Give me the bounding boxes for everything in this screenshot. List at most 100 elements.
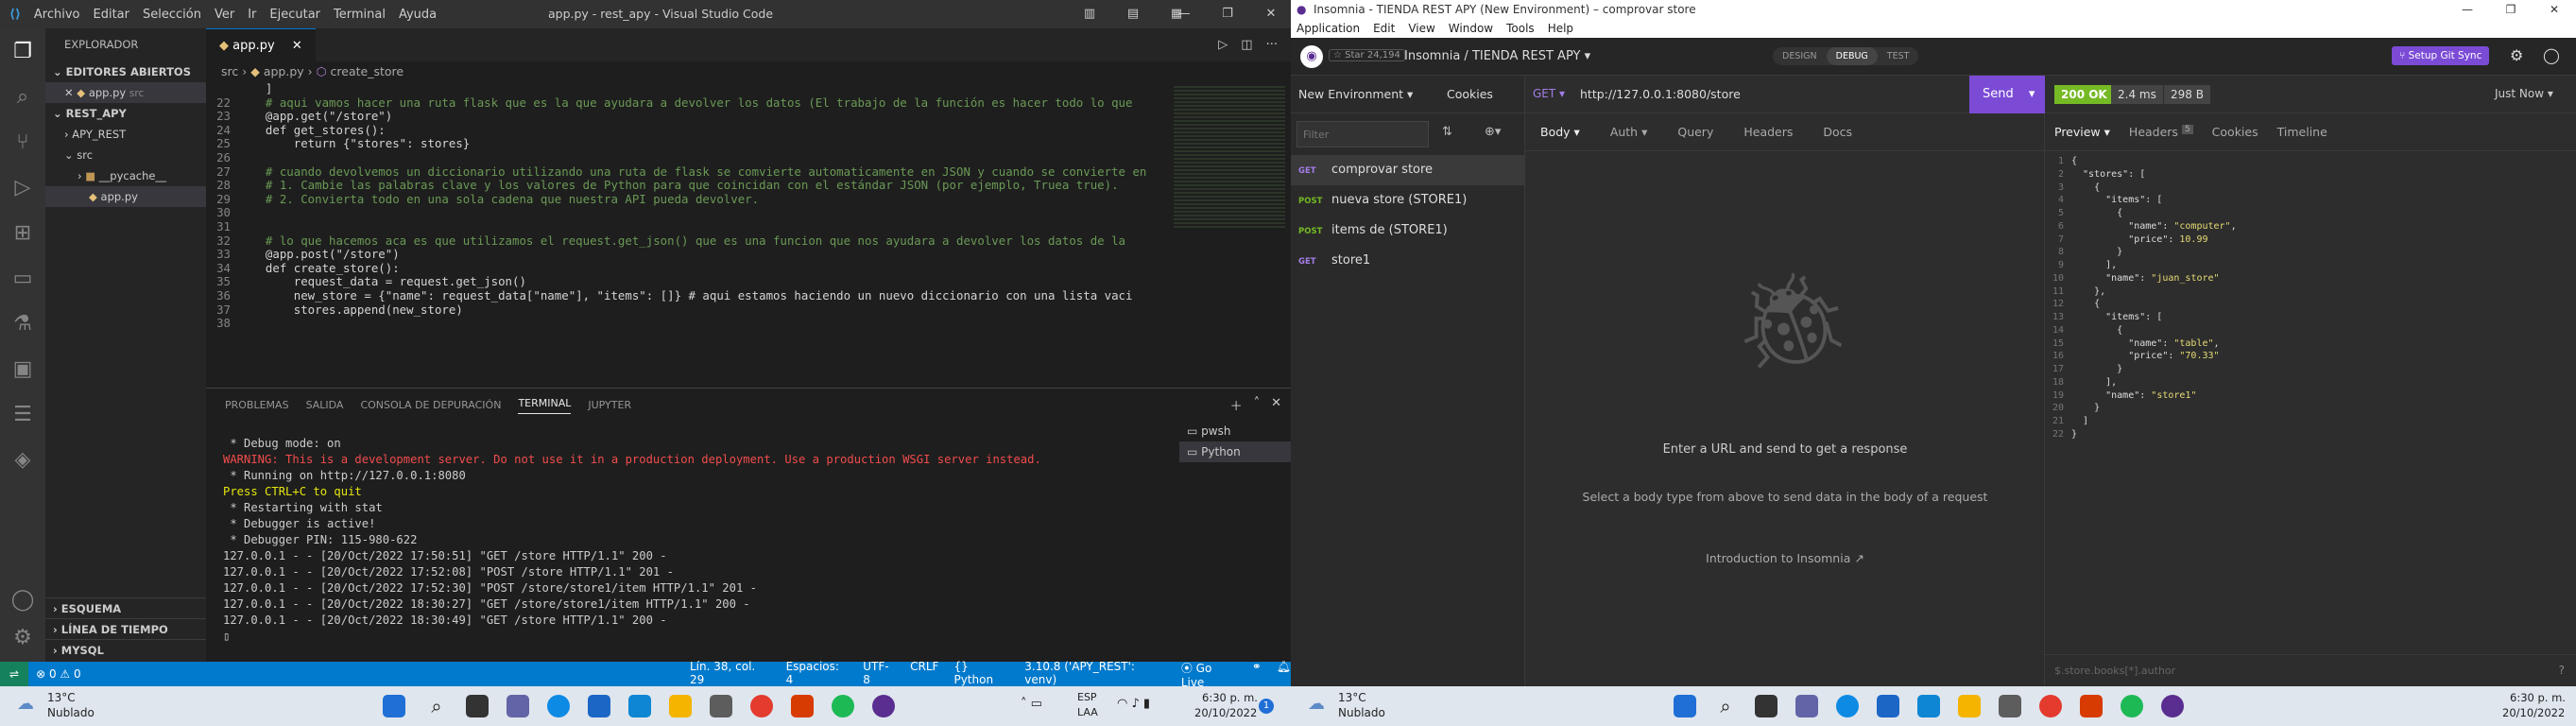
store-icon[interactable]	[710, 695, 732, 717]
notifications-icon[interactable]: 🔔︎	[1277, 660, 1291, 689]
explorer-icon[interactable]: ❐	[0, 28, 45, 74]
tree-item-apy-rest[interactable]: › APY_REST	[45, 124, 206, 145]
panel-tab-0[interactable]: PROBLEMAS	[225, 399, 289, 411]
notification-badge[interactable]: 1	[1259, 699, 1274, 714]
clock-time[interactable]: 6:30 p. m.	[1202, 691, 1258, 704]
insomnia-home-icon[interactable]: ◉	[1300, 45, 1323, 68]
menu-item-edit[interactable]: Edit	[1373, 19, 1395, 38]
start-icon[interactable]	[383, 695, 405, 717]
timeline-section[interactable]: › LÍNEA DE TIEMPO	[45, 618, 206, 639]
menu-item-help[interactable]: Help	[1548, 19, 1573, 38]
menu-item-selección[interactable]: Selección	[143, 8, 201, 22]
chrome-icon[interactable]	[750, 695, 773, 717]
request-tab-body[interactable]: Body ▾	[1525, 113, 1595, 150]
edge-icon[interactable]	[547, 695, 570, 717]
project-header[interactable]: ⌄ REST_APY	[45, 103, 206, 124]
restore-icon[interactable]: ❐	[1206, 0, 1249, 28]
terminal-output[interactable]: * Debug mode: on WARNING: This is a devel…	[223, 436, 1168, 645]
github-star-button[interactable]: ☆ Star 24,194	[1329, 49, 1405, 61]
method-dropdown[interactable]: GET ▾	[1533, 87, 1565, 100]
minimize-icon[interactable]: —	[1162, 0, 1206, 28]
lang-indicator[interactable]: ESP	[1077, 691, 1097, 703]
docker-icon[interactable]: ◈	[0, 437, 45, 482]
history-dropdown[interactable]: Just Now ▾	[2495, 87, 2553, 100]
toggle-sidebar-icon[interactable]: ▥	[1068, 0, 1111, 28]
breadcrumb-src[interactable]: src	[221, 64, 238, 78]
new-terminal-icon[interactable]: ＋	[1230, 396, 1243, 414]
network-icon[interactable]: ◠ ♪ ▮	[1117, 697, 1150, 711]
encoding[interactable]: UTF-8	[863, 660, 895, 689]
response-filter-input[interactable]: $.store.books[*].author	[2054, 665, 2175, 677]
close-panel-icon[interactable]: ✕	[1271, 396, 1281, 414]
teams-icon[interactable]	[1795, 695, 1818, 717]
request-tab-headers[interactable]: Headers	[1728, 113, 1808, 150]
menu-item-ver[interactable]: Ver	[215, 8, 234, 22]
environment-dropdown[interactable]: New Environment ▾	[1298, 87, 1413, 101]
filter-input[interactable]	[1297, 121, 1429, 147]
menu-item-application[interactable]: Application	[1297, 19, 1360, 38]
request-item[interactable]: POST nueva store (STORE1)	[1291, 185, 1524, 216]
panel-tab-1[interactable]: SALIDA	[306, 399, 344, 411]
json-preview[interactable]: 1{2 "stores": [3 {4 "items": [5 {6 "name…	[2051, 155, 2237, 441]
store-icon[interactable]	[1999, 695, 2021, 717]
more-actions-icon[interactable]: ···	[1266, 28, 1278, 61]
menu-item-view[interactable]: View	[1408, 19, 1434, 38]
mail-icon[interactable]	[588, 695, 610, 717]
setup-git-sync-button[interactable]: ⑂ Setup Git Sync	[2392, 46, 2490, 65]
menu-item-editar[interactable]: Editar	[94, 8, 130, 22]
remote-explorer-icon[interactable]: ▭	[0, 255, 45, 301]
tab-design[interactable]: DESIGN	[1773, 47, 1827, 65]
tree-item-src[interactable]: ⌄ src	[45, 145, 206, 165]
request-item[interactable]: GET comprovar store	[1291, 155, 1524, 185]
vscode-icon[interactable]	[628, 695, 651, 717]
sort-icon[interactable]: ⇅	[1442, 125, 1452, 139]
start-icon[interactable]	[1674, 695, 1696, 717]
spotify-icon[interactable]	[832, 695, 854, 717]
go-live-button[interactable]: ⦿ Go Live	[1181, 660, 1237, 689]
maximize-panel-icon[interactable]: ˄	[1254, 396, 1261, 414]
menu-item-ejecutar[interactable]: Ejecutar	[269, 8, 320, 22]
menu-item-archivo[interactable]: Archivo	[34, 8, 80, 22]
close-icon[interactable]: ✕	[1249, 0, 1293, 28]
terminal-item-pwsh[interactable]: ▭ pwsh	[1179, 421, 1291, 441]
database-icon[interactable]: ☰	[0, 391, 45, 437]
request-item[interactable]: GET store1	[1291, 246, 1524, 276]
split-editor-icon[interactable]: ◫	[1241, 28, 1252, 61]
tab-headers[interactable]: Headers 5	[2120, 113, 2203, 150]
menu-item-ayuda[interactable]: Ayuda	[399, 8, 437, 22]
office-icon[interactable]	[2080, 695, 2103, 717]
tab-app-py[interactable]: ◆ app.py ✕	[206, 28, 316, 61]
problems-indicator[interactable]: ⊗ 0 ⚠ 0	[36, 667, 81, 681]
task-view-icon[interactable]	[1755, 695, 1777, 717]
indentation[interactable]: Espacios: 4	[786, 660, 849, 689]
request-item[interactable]: POST items de (STORE1)	[1291, 216, 1524, 246]
line-endings[interactable]: CRLF	[910, 660, 938, 689]
language-mode[interactable]: {} Python	[953, 660, 1009, 689]
open-editors-header[interactable]: ⌄ EDITORES ABIERTOS	[45, 61, 206, 82]
menu-item-window[interactable]: Window	[1449, 19, 1493, 38]
tab-cookies[interactable]: Cookies	[2203, 113, 2268, 150]
restore-icon[interactable]: ❐	[2489, 0, 2533, 19]
breadcrumb-symbol[interactable]: create_store	[331, 64, 404, 78]
tab-timeline[interactable]: Timeline	[2268, 113, 2337, 150]
open-editor-item[interactable]: ✕ ◆ app.py src	[45, 82, 206, 103]
manage-gear-icon[interactable]: ⚙	[0, 614, 45, 660]
close-icon[interactable]: ✕	[292, 39, 302, 53]
breadcrumb-file[interactable]: app.py	[264, 64, 304, 78]
system-tray-icons[interactable]: ˄ ▭	[1021, 697, 1042, 711]
help-icon[interactable]: ?	[2559, 664, 2565, 677]
spotify-icon[interactable]	[2121, 695, 2143, 717]
run-icon[interactable]: ▷	[1218, 28, 1228, 61]
file-explorer-icon[interactable]	[1958, 695, 1981, 717]
office-icon[interactable]	[791, 695, 814, 717]
file-explorer-icon[interactable]	[669, 695, 692, 717]
request-tab-query[interactable]: Query	[1662, 113, 1728, 150]
chevron-down-icon[interactable]: ▾	[1585, 49, 1591, 63]
insomnia-icon[interactable]	[2161, 695, 2184, 717]
chrome-icon[interactable]	[2039, 695, 2062, 717]
settings-gear-icon[interactable]: ⚙	[2510, 46, 2523, 64]
breadcrumb-project[interactable]: TIENDA REST APY	[1472, 49, 1580, 63]
close-icon[interactable]: ✕	[2533, 0, 2576, 19]
clock-time[interactable]: 6:30 p. m.	[2510, 691, 2566, 704]
minimap[interactable]	[1168, 82, 1291, 388]
